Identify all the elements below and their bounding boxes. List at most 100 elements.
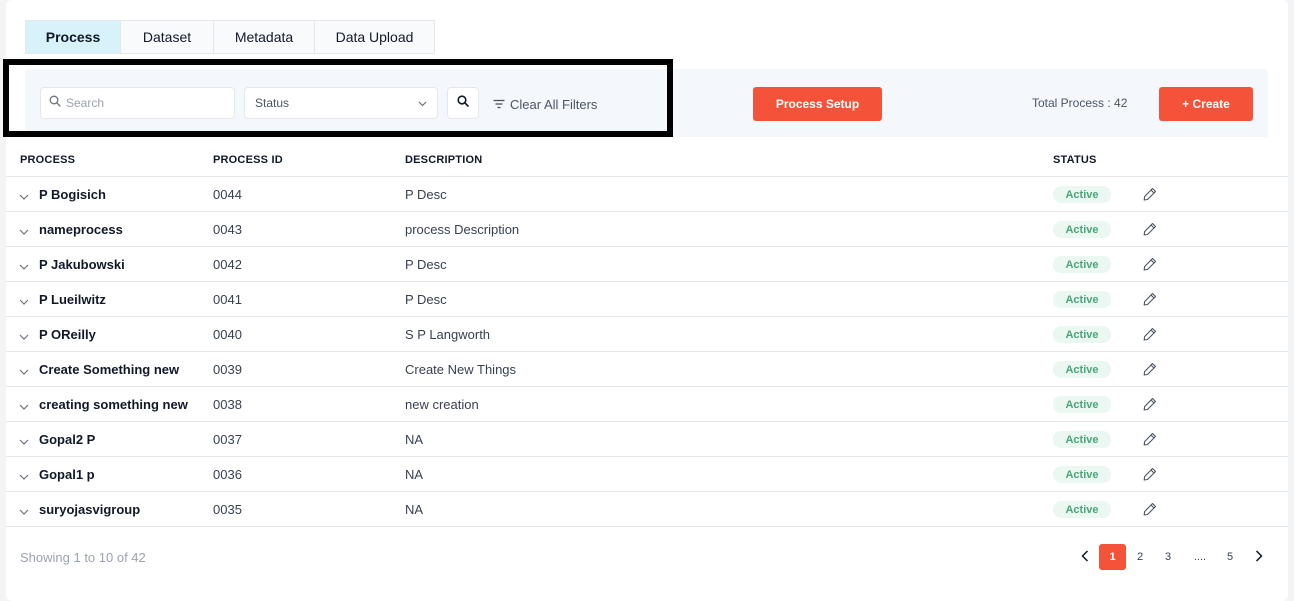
table-row[interactable]: creating something new 0038 new creation Ac… <box>6 387 1288 422</box>
status-badge: Active <box>1053 501 1111 518</box>
tab-process[interactable]: Process <box>26 21 121 53</box>
edit-icon[interactable] <box>1142 221 1158 242</box>
edit-icon[interactable] <box>1142 256 1158 277</box>
status-dropdown[interactable]: Status <box>244 87 438 119</box>
table-row[interactable]: suryojasvigroup 0035 NA Active <box>6 492 1288 527</box>
clear-all-filters-button[interactable]: Clear All Filters <box>493 95 597 113</box>
next-page-button[interactable] <box>1249 544 1269 570</box>
table-row[interactable]: Create Something new 0039 Create New Thing… <box>6 352 1288 387</box>
edit-icon[interactable] <box>1142 326 1158 347</box>
edit-icon[interactable] <box>1142 186 1158 207</box>
status-dropdown-label: Status <box>255 96 290 110</box>
process-name: creating something new <box>39 397 188 412</box>
table-row[interactable]: P OReilly 0040 S P Langworth Active <box>6 317 1288 352</box>
process-description: NA <box>405 502 424 517</box>
process-id: 0039 <box>213 362 242 377</box>
process-description: P Desc <box>405 257 447 272</box>
chevron-down-icon <box>418 96 427 110</box>
status-badge: Active <box>1053 221 1111 238</box>
tab-bar: Process Dataset Metadata Data Upload <box>25 20 435 54</box>
table-row[interactable]: P Lueilwitz 0041 P Desc Active <box>6 282 1288 317</box>
table-header: PROCESS PROCESS ID DESCRIPTION STATUS <box>6 142 1288 177</box>
process-id: 0043 <box>213 222 242 237</box>
status-badge: Active <box>1053 466 1111 483</box>
process-description: NA <box>405 467 424 482</box>
chevron-down-icon[interactable] <box>19 433 29 451</box>
process-id: 0037 <box>213 432 242 447</box>
process-id: 0035 <box>213 502 242 517</box>
edit-icon[interactable] <box>1142 466 1158 487</box>
page-button-1[interactable]: 1 <box>1099 544 1126 570</box>
search-icon <box>457 94 469 112</box>
chevron-down-icon[interactable] <box>19 223 29 241</box>
process-id: 0042 <box>213 257 242 272</box>
chevron-down-icon[interactable] <box>19 188 29 206</box>
chevron-down-icon[interactable] <box>19 503 29 521</box>
process-name: Gopal2 P <box>39 432 96 447</box>
process-description: S P Langworth <box>405 327 491 342</box>
clear-all-filters-label: Clear All Filters <box>510 96 598 112</box>
previous-page-button[interactable] <box>1075 544 1095 570</box>
table-row[interactable]: nameprocess 0043 process Description Active <box>6 212 1288 247</box>
tab-dataset[interactable]: Dataset <box>121 21 214 53</box>
process-description: NA <box>405 432 424 447</box>
total-process-count: Total Process : 42 <box>1032 96 1128 110</box>
page-ellipsis: .... <box>1193 551 1207 563</box>
tab-data-upload[interactable]: Data Upload <box>315 21 434 53</box>
chevron-down-icon[interactable] <box>19 293 29 311</box>
create-button[interactable]: + Create <box>1159 87 1253 121</box>
process-name: P Lueilwitz <box>39 292 106 307</box>
process-description: Create New Things <box>405 362 517 377</box>
column-header-description: DESCRIPTION <box>405 154 483 166</box>
process-name: P Bogisich <box>39 187 106 202</box>
edit-icon[interactable] <box>1142 431 1158 452</box>
page-button-3[interactable]: 3 <box>1158 544 1178 570</box>
filter-icon <box>493 97 510 112</box>
chevron-down-icon[interactable] <box>19 328 29 346</box>
chevron-right-icon <box>1255 549 1263 565</box>
table-row[interactable]: P Bogisich 0044 P Desc Active <box>6 177 1288 212</box>
process-name: suryojasvigroup <box>39 502 141 517</box>
table-row[interactable]: Gopal1 p 0036 NA Active <box>6 457 1288 492</box>
status-badge: Active <box>1053 291 1111 308</box>
process-description: new creation <box>405 397 479 412</box>
table-row[interactable]: P Jakubowski 0042 P Desc Active <box>6 247 1288 282</box>
chevron-down-icon[interactable] <box>19 398 29 416</box>
process-description: P Desc <box>405 187 447 202</box>
process-id: 0038 <box>213 397 242 412</box>
chevron-down-icon[interactable] <box>19 468 29 486</box>
status-badge: Active <box>1053 396 1111 413</box>
search-box[interactable] <box>40 87 235 119</box>
edit-icon[interactable] <box>1142 361 1158 382</box>
process-id: 0036 <box>213 467 242 482</box>
status-badge: Active <box>1053 186 1111 203</box>
column-header-process: PROCESS <box>20 154 76 166</box>
search-input[interactable] <box>66 96 226 110</box>
table-body: P Bogisich 0044 P Desc Active nameprocess 004… <box>6 177 1288 527</box>
tab-metadata[interactable]: Metadata <box>214 21 315 53</box>
search-icon <box>49 94 61 112</box>
process-description: P Desc <box>405 292 447 307</box>
status-badge: Active <box>1053 326 1111 343</box>
pagination-summary: Showing 1 to 10 of 42 <box>20 550 146 565</box>
page-button-5[interactable]: 5 <box>1220 544 1240 570</box>
chevron-down-icon[interactable] <box>19 258 29 276</box>
status-badge: Active <box>1053 256 1111 273</box>
process-setup-button[interactable]: Process Setup <box>753 87 882 121</box>
table-row[interactable]: Gopal2 P 0037 NA Active <box>6 422 1288 457</box>
chevron-left-icon <box>1081 549 1089 565</box>
process-name: P OReilly <box>39 327 96 342</box>
search-button[interactable] <box>447 87 479 119</box>
process-name: nameprocess <box>39 222 123 237</box>
chevron-down-icon[interactable] <box>19 363 29 381</box>
process-name: P Jakubowski <box>39 257 125 272</box>
process-id: 0040 <box>213 327 242 342</box>
edit-icon[interactable] <box>1142 291 1158 312</box>
status-badge: Active <box>1053 431 1111 448</box>
column-header-process-id: PROCESS ID <box>213 154 283 166</box>
page-button-2[interactable]: 2 <box>1130 544 1150 570</box>
edit-icon[interactable] <box>1142 501 1158 522</box>
status-badge: Active <box>1053 361 1111 378</box>
edit-icon[interactable] <box>1142 396 1158 417</box>
process-id: 0041 <box>213 292 242 307</box>
